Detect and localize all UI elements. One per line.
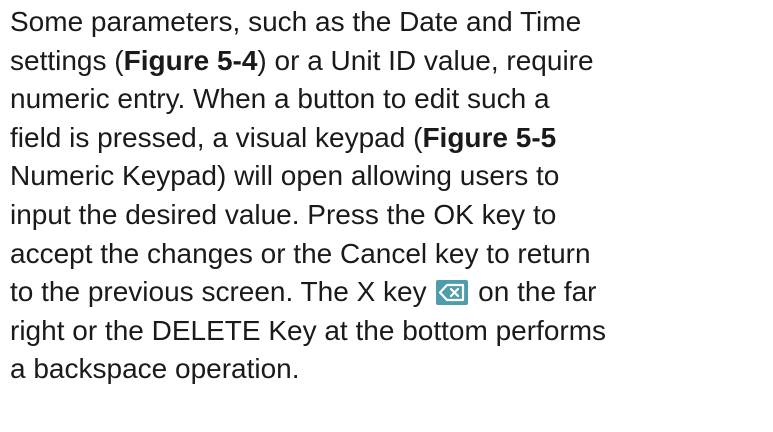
paragraph-line-5: Numeric Keypad) will open allowing users…: [10, 157, 770, 196]
backspace-key-icon: [436, 280, 469, 306]
paragraph-line-3: numeric entry. When a button to edit suc…: [10, 80, 770, 119]
text-run: a backspace operation.: [10, 353, 300, 385]
text-run: numeric entry. When a button to edit suc…: [10, 83, 550, 115]
paragraph-line-8: to the previous screen. The X key on the…: [10, 273, 770, 312]
text-run: on the far: [478, 276, 597, 308]
paragraph-line-6: input the desired value. Press the OK ke…: [10, 196, 770, 235]
figure-reference-5-5: Figure 5-5: [422, 121, 557, 153]
figure-reference-5-4: Figure 5-4: [123, 44, 258, 76]
text-run: accept the changes or the Cancel key to …: [10, 237, 591, 269]
text-run: right or the DELETE Key at the bottom pe…: [10, 314, 607, 346]
paragraph-line-10: a backspace operation.: [10, 350, 770, 389]
text-run: settings (: [10, 44, 124, 76]
text-run: ) or a Unit ID value, require: [257, 44, 594, 76]
paragraph-line-4: field is pressed, a visual keypad (Figur…: [10, 119, 770, 158]
text-run: to the previous screen. The X key: [10, 276, 427, 308]
text-run: Some parameters, such as the Date and Ti…: [10, 6, 582, 37]
paragraph-line-1: Some parameters, such as the Date and Ti…: [10, 3, 770, 42]
instruction-paragraph: Some parameters, such as the Date and Ti…: [10, 3, 770, 389]
text-run: input the desired value. Press the OK ke…: [10, 198, 557, 230]
document-body: Some parameters, such as the Date and Ti…: [10, 3, 770, 389]
paragraph-line-7: accept the changes or the Cancel key to …: [10, 235, 770, 274]
text-run: Numeric Keypad) will open allowing users…: [10, 160, 560, 192]
paragraph-line-9: right or the DELETE Key at the bottom pe…: [10, 312, 770, 351]
paragraph-line-2: settings (Figure 5-4) or a Unit ID value…: [10, 42, 770, 81]
text-run: field is pressed, a visual keypad (: [10, 121, 423, 153]
